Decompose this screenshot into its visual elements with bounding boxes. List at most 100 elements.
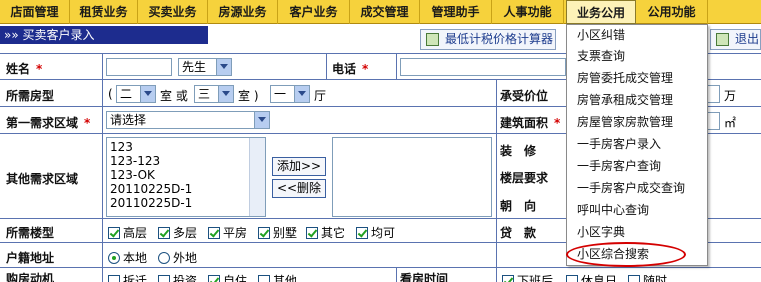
list-item[interactable]: 123-123: [110, 154, 262, 168]
menu-hr-functions[interactable]: 人事功能: [492, 0, 564, 24]
menu-rental-business[interactable]: 租赁业务: [70, 0, 138, 24]
chevron-down-icon: [216, 59, 231, 75]
dropdown-item-entrust-deal[interactable]: 房管委托成交管理: [577, 68, 673, 88]
checkbox-icon: [628, 275, 640, 282]
dropdown-item-call-center-query[interactable]: 呼叫中心查询: [577, 200, 649, 220]
divider: [102, 243, 103, 268]
decor-label: 装 修: [500, 144, 537, 158]
list-scrollbar[interactable]: [249, 138, 265, 216]
hukou-label: 户籍地址: [6, 251, 55, 265]
menu-listing-business[interactable]: 房源业务: [208, 0, 278, 24]
chevron-down-icon: [218, 86, 233, 102]
view-time-weekend[interactable]: 休息日: [566, 272, 617, 282]
add-area-button[interactable]: 添加>>: [272, 157, 326, 176]
checkbox-icon: [108, 227, 120, 239]
divider: [496, 107, 497, 134]
divider: [102, 268, 103, 282]
motive-selfuse[interactable]: 自住: [208, 272, 247, 282]
price-unit: 万: [724, 89, 737, 103]
floor-type-label: 所需楼型: [6, 226, 55, 240]
menu-sales-business[interactable]: 买卖业务: [138, 0, 208, 24]
price-input[interactable]: [708, 85, 720, 103]
radio-icon: [158, 252, 170, 264]
tax-calculator-button[interactable]: 最低计税价格计算器: [420, 29, 556, 50]
motive-relocation[interactable]: 拆迁: [108, 272, 147, 282]
hukou-local-radio[interactable]: 本地: [108, 249, 147, 266]
divider: [326, 54, 327, 80]
build-area-label: 建筑面积 *: [500, 116, 561, 130]
dropdown-item-new-client-query[interactable]: 一手房客户查询: [577, 156, 661, 176]
checkbox-icon: [158, 227, 170, 239]
checkbox-icon: [356, 227, 368, 239]
divider: [102, 107, 103, 134]
divider: [496, 134, 497, 219]
list-item[interactable]: 20110225D-1: [110, 196, 262, 210]
orientation-label: 朝 向: [500, 199, 537, 213]
chevron-down-icon: [254, 112, 269, 128]
checkbox-icon: [208, 227, 220, 239]
view-time-afterwork[interactable]: 下班后: [502, 272, 553, 282]
room-open-paren: (: [108, 87, 113, 101]
motive-investment[interactable]: 投资: [158, 272, 197, 282]
list-item[interactable]: 123-OK: [110, 168, 262, 182]
dropdown-item-check-query[interactable]: 支票查询: [577, 46, 625, 66]
chevron-down-icon: [294, 86, 309, 102]
remove-area-button[interactable]: <<删除: [272, 179, 326, 198]
checkbox-icon: [566, 275, 578, 282]
floor-type-single[interactable]: 平房: [208, 224, 247, 241]
dropdown-item-new-client-entry[interactable]: 一手房客户录入: [577, 134, 661, 154]
other-area-list[interactable]: 123 123-123 123-OK 20110225D-1 20110225D…: [106, 137, 266, 217]
dropdown-item-community-correction[interactable]: 小区纠错: [577, 25, 625, 45]
area-input[interactable]: [708, 112, 720, 130]
menu-business-common[interactable]: 业务公用: [566, 0, 636, 24]
view-time-anytime[interactable]: 随时: [628, 272, 667, 282]
view-time-label: 看房时间: [400, 272, 449, 282]
business-common-dropdown: 小区纠错 支票查询 房管委托成交管理 房管承租成交管理 房屋管家房款管理 一手房…: [566, 24, 708, 266]
floor-type-any[interactable]: 均可: [356, 224, 395, 241]
exit-button[interactable]: 退出: [710, 29, 761, 50]
floor-type-other[interactable]: 其它: [306, 224, 345, 241]
checkbox-icon: [258, 275, 270, 282]
motive-other[interactable]: 其他: [258, 272, 297, 282]
floor-type-high[interactable]: 高层: [108, 224, 147, 241]
area-first-select[interactable]: 请选择: [106, 111, 270, 129]
menu-client-business[interactable]: 客户业务: [278, 0, 350, 24]
room-count-select[interactable]: 二: [116, 85, 156, 103]
hall-count-select[interactable]: 一: [270, 85, 310, 103]
top-menu-bar: 店面管理 租赁业务 买卖业务 房源业务 客户业务 成交管理 管理助手 人事功能 …: [0, 0, 761, 24]
floor-type-villa[interactable]: 别墅: [258, 224, 297, 241]
checkbox-icon: [258, 227, 270, 239]
dropdown-item-new-client-deal-query[interactable]: 一手房客户成交查询: [577, 178, 685, 198]
menu-management-assistant[interactable]: 管理助手: [420, 0, 492, 24]
name-input[interactable]: [106, 58, 172, 76]
phone-label: 电话 *: [332, 62, 369, 76]
list-item[interactable]: 123: [110, 140, 262, 154]
divider: [102, 219, 103, 243]
room-count2-select[interactable]: 三: [194, 85, 234, 103]
hall-unit-text: 厅: [314, 89, 327, 103]
menu-store-management[interactable]: 店面管理: [0, 0, 70, 24]
phone-input[interactable]: [400, 58, 566, 76]
radio-icon: [108, 252, 120, 264]
selected-area-list[interactable]: [332, 137, 492, 217]
loan-label: 贷 款: [500, 226, 537, 240]
list-item[interactable]: 20110225D-1: [110, 182, 262, 196]
dropdown-item-community-dictionary[interactable]: 小区字典: [577, 222, 625, 242]
divider: [496, 80, 497, 107]
divider: [496, 243, 497, 268]
room-type-label: 所需房型: [6, 89, 55, 103]
dropdown-item-housekeeper-payment[interactable]: 房屋管家房款管理: [577, 112, 673, 132]
other-area-label: 其他需求区域: [6, 172, 79, 186]
area-first-label: 第一需求区域 *: [6, 116, 91, 130]
dropdown-item-rent-deal[interactable]: 房管承租成交管理: [577, 90, 673, 110]
menu-common-functions[interactable]: 公用功能: [636, 0, 708, 24]
room-unit-text: 室 或: [160, 89, 188, 103]
checkbox-icon: [158, 275, 170, 282]
checkbox-icon: [108, 275, 120, 282]
floor-type-multi[interactable]: 多层: [158, 224, 197, 241]
hukou-nonlocal-radio[interactable]: 外地: [158, 249, 197, 266]
title-select[interactable]: 先生: [178, 58, 232, 76]
divider: [496, 268, 497, 282]
row-motive: 购房动机 拆迁 投资 自住 其他 看房时间 下班后 休息日 随时: [0, 267, 761, 282]
menu-deal-management[interactable]: 成交管理: [350, 0, 420, 24]
